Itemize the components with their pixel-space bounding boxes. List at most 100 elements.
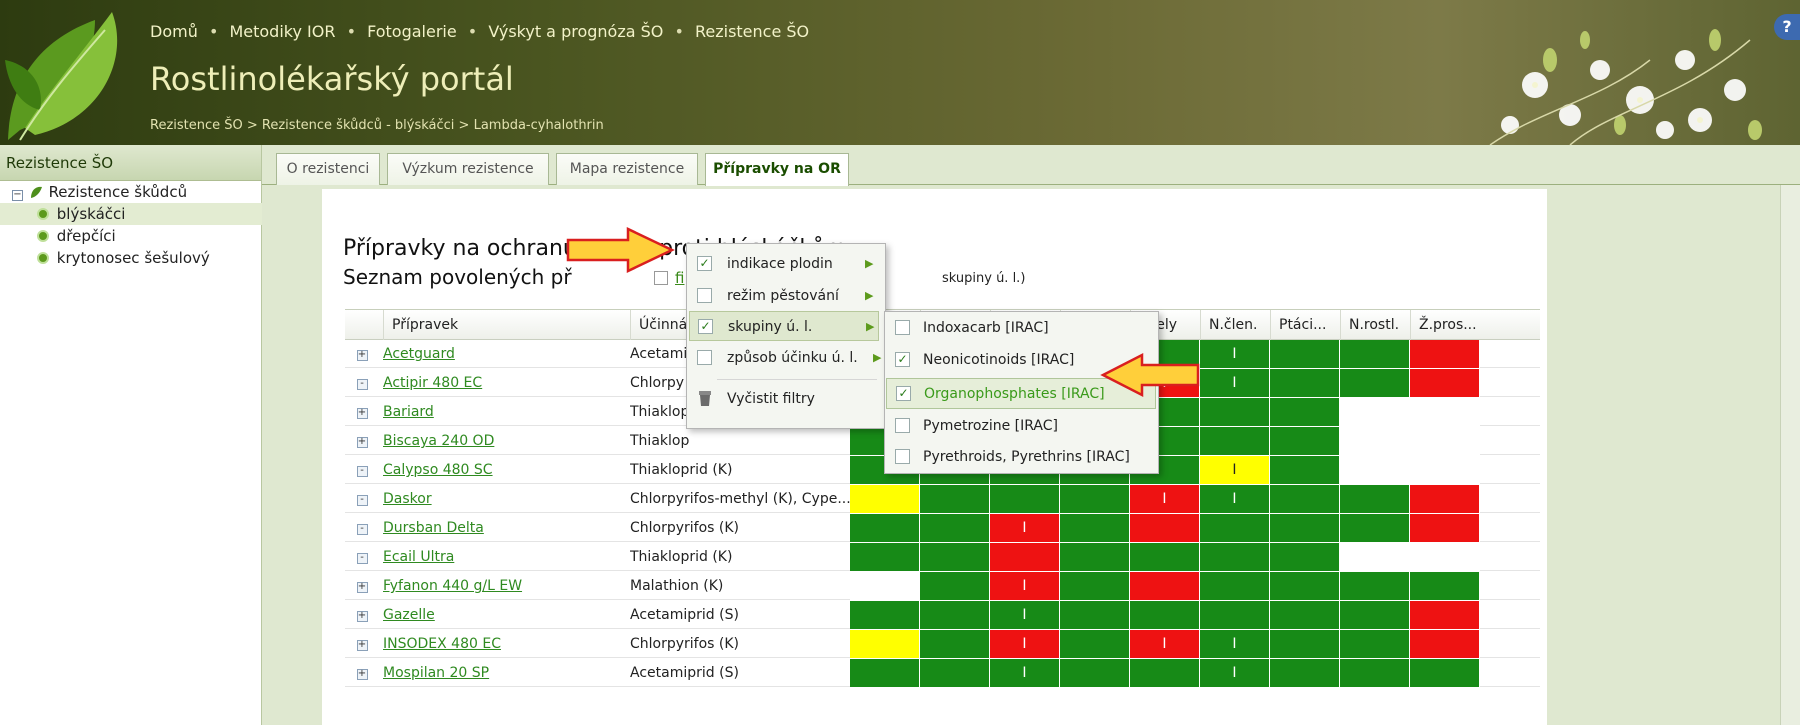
product-link[interactable]: Mospilan 20 SP: [383, 659, 623, 687]
risk-cell[interactable]: I: [1130, 630, 1200, 658]
table-row[interactable]: - Daskor Chlorpyrifos-methyl (K), Cype... I…: [345, 485, 1540, 513]
risk-cell[interactable]: I: [1200, 485, 1270, 513]
site-title[interactable]: Rostlinolékařský portál: [150, 60, 514, 98]
expand-icon[interactable]: +: [345, 630, 379, 658]
menu-item-indikace-plodin[interactable]: ✓ indikace plodin ▶: [687, 249, 885, 279]
nav-link-home[interactable]: Domů: [150, 22, 198, 41]
column-header[interactable]: Přípravek: [383, 310, 630, 340]
risk-cell[interactable]: [850, 630, 920, 658]
expand-icon[interactable]: -: [345, 514, 379, 542]
risk-cell[interactable]: [1200, 601, 1270, 629]
submenu-item-pymetrozine[interactable]: Pymetrozine [IRAC]: [885, 411, 1157, 442]
table-row[interactable]: + Fyfanon 440 g/L EW Malathion (K) I: [345, 572, 1540, 600]
tab-mapa-rezistence[interactable]: Mapa rezistence: [556, 153, 698, 185]
risk-cell[interactable]: [1270, 659, 1340, 687]
expand-toggle[interactable]: -: [356, 379, 368, 390]
filter-link[interactable]: fi: [675, 269, 684, 287]
sidebar-item-drepcici[interactable]: dřepčíci: [0, 225, 261, 247]
menu-item-rezim-pestovani[interactable]: režim pěstování ▶: [687, 281, 885, 311]
risk-cell[interactable]: I: [990, 601, 1060, 629]
risk-cell[interactable]: I: [990, 630, 1060, 658]
risk-cell[interactable]: [850, 601, 920, 629]
risk-cell[interactable]: [1410, 398, 1480, 426]
product-link[interactable]: Daskor: [383, 485, 623, 513]
table-row[interactable]: - Ecail Ultra Thiakloprid (K): [345, 543, 1540, 571]
expand-toggle[interactable]: -: [356, 553, 368, 564]
risk-cell[interactable]: [1060, 514, 1130, 542]
risk-cell[interactable]: [1340, 340, 1410, 368]
risk-cell[interactable]: [920, 659, 990, 687]
expand-icon[interactable]: +: [345, 427, 379, 455]
risk-cell[interactable]: [1270, 369, 1340, 397]
risk-cell[interactable]: [1410, 456, 1480, 484]
risk-cell[interactable]: [920, 630, 990, 658]
risk-cell[interactable]: [1410, 572, 1480, 600]
risk-cell[interactable]: [1410, 369, 1480, 397]
checkbox-icon[interactable]: [895, 449, 910, 464]
risk-cell[interactable]: [1340, 543, 1410, 571]
risk-cell[interactable]: [1410, 601, 1480, 629]
risk-cell[interactable]: [1340, 601, 1410, 629]
risk-cell[interactable]: [1340, 427, 1410, 455]
risk-cell[interactable]: [1270, 485, 1340, 513]
checkbox-icon[interactable]: ✓: [895, 352, 910, 367]
risk-cell[interactable]: [1340, 630, 1410, 658]
risk-cell[interactable]: [1060, 659, 1130, 687]
risk-cell[interactable]: [1340, 572, 1410, 600]
risk-cell[interactable]: [1410, 659, 1480, 687]
risk-cell[interactable]: [850, 543, 920, 571]
risk-cell[interactable]: I: [1200, 340, 1270, 368]
risk-cell[interactable]: [1340, 659, 1410, 687]
expand-toggle[interactable]: +: [356, 640, 368, 651]
expand-icon[interactable]: +: [345, 398, 379, 426]
risk-cell[interactable]: [920, 543, 990, 571]
risk-cell[interactable]: [1410, 630, 1480, 658]
checkbox-icon[interactable]: [895, 320, 910, 335]
risk-cell[interactable]: [920, 601, 990, 629]
risk-cell[interactable]: [920, 514, 990, 542]
risk-cell[interactable]: [1340, 485, 1410, 513]
risk-cell[interactable]: [1410, 427, 1480, 455]
product-link[interactable]: Biscaya 240 OD: [383, 427, 623, 455]
expand-icon[interactable]: +: [345, 659, 379, 687]
risk-cell[interactable]: [1200, 514, 1270, 542]
risk-cell[interactable]: [1270, 427, 1340, 455]
leaf-logo[interactable]: [0, 0, 140, 145]
risk-cell[interactable]: [1060, 630, 1130, 658]
expand-toggle[interactable]: +: [356, 611, 368, 622]
scrollbar[interactable]: [1780, 185, 1800, 725]
risk-cell[interactable]: [1130, 543, 1200, 571]
risk-cell[interactable]: [1340, 398, 1410, 426]
column-header[interactable]: N.člen.: [1200, 310, 1270, 340]
expand-toggle[interactable]: +: [356, 408, 368, 419]
expand-icon[interactable]: -: [345, 485, 379, 513]
menu-item-zpusob-ucinku[interactable]: způsob účinku ú. l. ▶: [687, 343, 885, 373]
menu-item-skupiny-ul[interactable]: ✓ skupiny ú. l. ▶: [689, 311, 879, 341]
checkbox-icon[interactable]: ✓: [896, 386, 911, 401]
risk-cell[interactable]: [1410, 340, 1480, 368]
checkbox-icon[interactable]: [697, 350, 712, 365]
nav-link-forecast[interactable]: Výskyt a prognóza ŠO: [488, 22, 663, 41]
risk-cell[interactable]: [1130, 514, 1200, 542]
sidebar-item-blyskacci[interactable]: blýskáčci: [0, 203, 262, 225]
submenu-item-pyrethroids[interactable]: Pyrethroids, Pyrethrins [IRAC]: [885, 442, 1157, 473]
collapse-icon[interactable]: −: [12, 190, 23, 201]
risk-cell[interactable]: [1200, 572, 1270, 600]
product-link[interactable]: Gazelle: [383, 601, 623, 629]
risk-cell[interactable]: [1340, 369, 1410, 397]
risk-cell[interactable]: [1060, 601, 1130, 629]
product-link[interactable]: Actipir 480 EC: [383, 369, 623, 397]
risk-cell[interactable]: [1130, 572, 1200, 600]
checkbox-icon[interactable]: ✓: [697, 256, 712, 271]
risk-cell[interactable]: I: [1200, 456, 1270, 484]
table-row[interactable]: + INSODEX 480 EC Chlorpyrifos (K) I I I: [345, 630, 1540, 658]
risk-cell[interactable]: [1200, 543, 1270, 571]
table-row[interactable]: + Mospilan 20 SP Acetamiprid (S) I I: [345, 659, 1540, 687]
risk-cell[interactable]: [920, 485, 990, 513]
expand-toggle[interactable]: -: [356, 495, 368, 506]
risk-cell[interactable]: [1270, 543, 1340, 571]
risk-cell[interactable]: I: [990, 514, 1060, 542]
expand-toggle[interactable]: +: [356, 669, 368, 680]
risk-cell[interactable]: [920, 572, 990, 600]
product-link[interactable]: Fyfanon 440 g/L EW: [383, 572, 623, 600]
